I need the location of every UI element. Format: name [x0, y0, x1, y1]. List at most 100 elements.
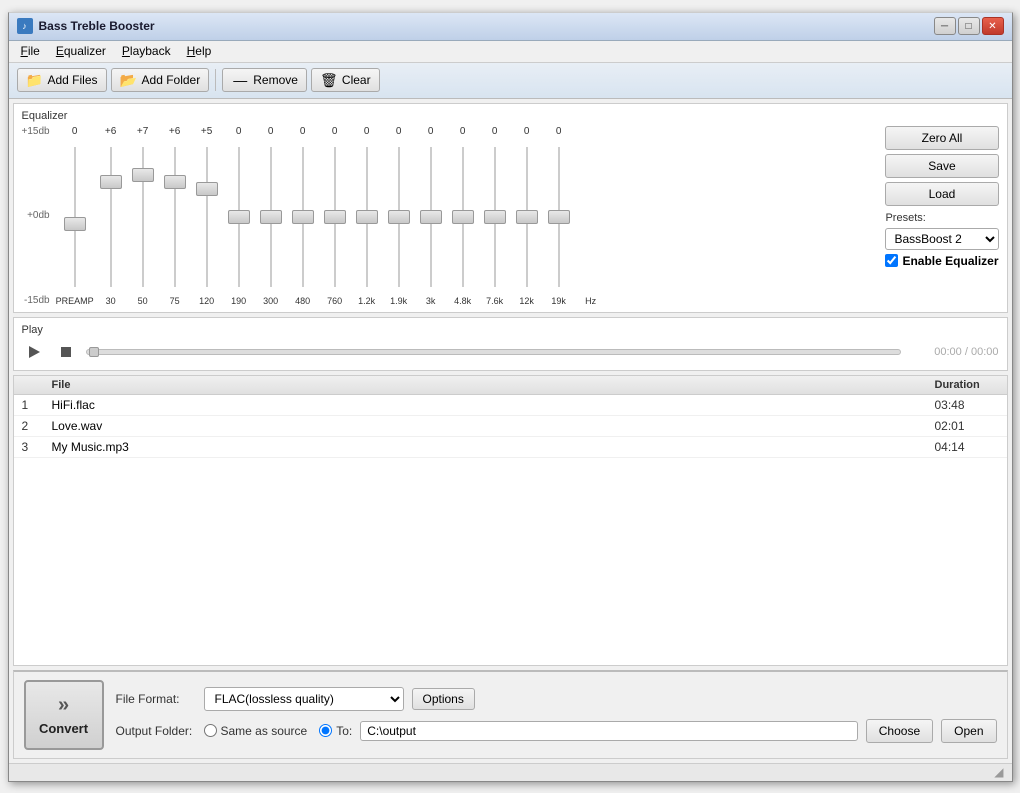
eq-slider-4k8[interactable] — [462, 142, 464, 292]
play-button[interactable] — [22, 340, 46, 364]
eq-slider-7k6[interactable] — [494, 142, 496, 292]
eq-track-120 — [206, 147, 208, 287]
menu-file[interactable]: File — [13, 42, 48, 60]
eq-thumb-300[interactable] — [260, 210, 282, 224]
save-button[interactable]: Save — [885, 154, 998, 178]
eq-value-3k: 0 — [428, 126, 434, 140]
zero-all-button[interactable]: Zero All — [885, 126, 998, 150]
eq-label-1k9: 1.9k — [390, 296, 407, 306]
close-button[interactable]: ✕ — [982, 17, 1004, 35]
eq-thumb-19k[interactable] — [548, 210, 570, 224]
choose-button[interactable]: Choose — [866, 719, 933, 743]
radio-to-input[interactable] — [319, 724, 332, 737]
col-file-header: File — [44, 379, 927, 391]
presets-select[interactable]: BassBoost 2 BassBoost 1 Rock Pop Jazz Cl… — [885, 228, 998, 250]
load-button[interactable]: Load — [885, 182, 998, 206]
eq-slider-19k[interactable] — [558, 142, 560, 292]
eq-label-12k: 12k — [519, 296, 534, 306]
eq-slider-1k9[interactable] — [398, 142, 400, 292]
eq-label-50: 50 — [138, 296, 148, 306]
file-num-3: 3 — [14, 440, 44, 454]
open-button[interactable]: Open — [941, 719, 996, 743]
table-row[interactable]: 3 My Music.mp3 04:14 — [14, 437, 1007, 458]
eq-label: Equalizer — [22, 110, 999, 122]
toolbar: 📁 Add Files 📂 Add Folder — Remove 🗑 Clea… — [9, 63, 1012, 99]
eq-band-30: +6 30 — [96, 126, 126, 306]
eq-value-1k2: 0 — [364, 126, 370, 140]
eq-band-12k: 0 12k — [512, 126, 542, 306]
file-dur-2: 02:01 — [927, 419, 1007, 433]
eq-sliders-container: +15db +0db -15db 0 PREAMP — [22, 126, 878, 306]
play-section: Play 00:00 / 00:00 — [13, 317, 1008, 371]
eq-band-1k9: 0 1.9k — [384, 126, 414, 306]
radio-to[interactable]: To: — [319, 724, 352, 738]
eq-thumb-4k8[interactable] — [452, 210, 474, 224]
eq-band-4k8: 0 4.8k — [448, 126, 478, 306]
resize-handle[interactable]: ◢ — [994, 765, 1003, 779]
radio-same-as-source[interactable]: Same as source — [204, 724, 308, 738]
radio-same-source-input[interactable] — [204, 724, 217, 737]
minimize-button[interactable]: ─ — [934, 17, 956, 35]
main-window: ♪ Bass Treble Booster ─ □ ✕ File Equaliz… — [8, 12, 1013, 782]
file-num-1: 1 — [14, 398, 44, 412]
eq-thumb-preamp[interactable] — [64, 217, 86, 231]
eq-body: +15db +0db -15db 0 PREAMP — [22, 126, 999, 306]
clear-button[interactable]: 🗑 Clear — [311, 68, 380, 92]
col-num-header — [14, 379, 44, 391]
eq-slider-190[interactable] — [238, 142, 240, 292]
eq-value-50: +7 — [137, 126, 148, 140]
table-row[interactable]: 2 Love.wav 02:01 — [14, 416, 1007, 437]
eq-slider-50[interactable] — [142, 142, 144, 292]
eq-thumb-190[interactable] — [228, 210, 250, 224]
progress-thumb[interactable] — [89, 347, 99, 357]
eq-thumb-3k[interactable] — [420, 210, 442, 224]
file-name-3: My Music.mp3 — [44, 440, 927, 454]
output-path-input[interactable] — [360, 721, 858, 741]
eq-slider-1k2[interactable] — [366, 142, 368, 292]
eq-track-1k2 — [366, 147, 368, 287]
eq-slider-300[interactable] — [270, 142, 272, 292]
eq-thumb-12k[interactable] — [516, 210, 538, 224]
convert-button[interactable]: » Convert — [24, 680, 104, 750]
eq-thumb-7k6[interactable] — [484, 210, 506, 224]
eq-slider-760[interactable] — [334, 142, 336, 292]
menu-help[interactable]: Help — [179, 42, 220, 60]
options-button[interactable]: Options — [412, 688, 475, 710]
eq-thumb-75[interactable] — [164, 175, 186, 189]
file-list-header: File Duration — [14, 376, 1007, 395]
eq-thumb-760[interactable] — [324, 210, 346, 224]
eq-thumb-30[interactable] — [100, 175, 122, 189]
stop-button[interactable] — [54, 340, 78, 364]
add-folder-button[interactable]: 📂 Add Folder — [111, 68, 210, 92]
enable-eq-checkbox[interactable] — [885, 254, 898, 267]
file-list-body[interactable]: 1 HiFi.flac 03:48 2 Love.wav 02:01 3 My … — [14, 395, 1007, 665]
file-num-2: 2 — [14, 419, 44, 433]
eq-slider-12k[interactable] — [526, 142, 528, 292]
eq-label-760: 760 — [327, 296, 342, 306]
eq-slider-30[interactable] — [110, 142, 112, 292]
maximize-button[interactable]: □ — [958, 17, 980, 35]
eq-value-300: 0 — [268, 126, 274, 140]
format-select[interactable]: FLAC(lossless quality) MP3 WAV OGG AAC — [204, 687, 404, 711]
add-files-button[interactable]: 📁 Add Files — [17, 68, 107, 92]
file-list-section: File Duration 1 HiFi.flac 03:48 2 Love.w… — [13, 375, 1008, 666]
eq-slider-75[interactable] — [174, 142, 176, 292]
eq-thumb-120[interactable] — [196, 182, 218, 196]
menu-equalizer[interactable]: Equalizer — [48, 42, 114, 60]
eq-thumb-50[interactable] — [132, 168, 154, 182]
eq-thumb-1k2[interactable] — [356, 210, 378, 224]
eq-track-4k8 — [462, 147, 464, 287]
eq-db-labels: +15db +0db -15db — [22, 126, 54, 306]
table-row[interactable]: 1 HiFi.flac 03:48 — [14, 395, 1007, 416]
eq-slider-preamp[interactable] — [74, 142, 76, 292]
menu-playback[interactable]: Playback — [114, 42, 179, 60]
eq-thumb-480[interactable] — [292, 210, 314, 224]
eq-track-3k — [430, 147, 432, 287]
eq-thumb-1k9[interactable] — [388, 210, 410, 224]
eq-slider-3k[interactable] — [430, 142, 432, 292]
eq-slider-120[interactable] — [206, 142, 208, 292]
eq-value-1k9: 0 — [396, 126, 402, 140]
progress-bar[interactable] — [86, 349, 901, 355]
remove-button[interactable]: — Remove — [222, 68, 307, 92]
eq-slider-480[interactable] — [302, 142, 304, 292]
